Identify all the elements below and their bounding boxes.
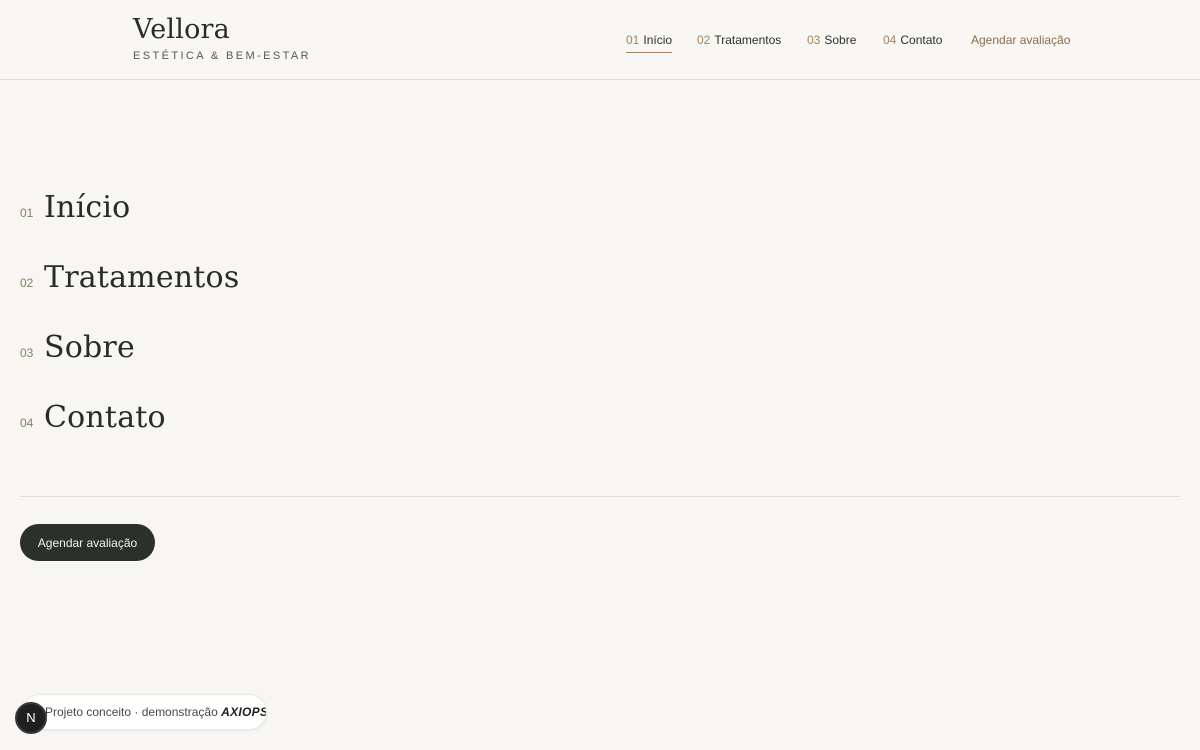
demo-notice-text: Projeto conceito · demonstração [45, 705, 218, 719]
menu-item-label: Sobre [44, 330, 135, 365]
site-header: Vellora ESTÉTICA & BEM-ESTAR 01 Início 02… [0, 0, 1200, 80]
menu-item-contato[interactable]: 04 Contato [20, 400, 166, 435]
topnav-item-label: Contato [900, 33, 943, 47]
menu-divider [20, 496, 1180, 497]
brand-logo[interactable]: Vellora ESTÉTICA & BEM-ESTAR [133, 14, 311, 62]
topnav-item-number: 04 [883, 33, 897, 47]
menu-item-number: 01 [20, 206, 34, 220]
brand-tagline: ESTÉTICA & BEM-ESTAR [133, 50, 311, 62]
topnav-item-number: 02 [697, 33, 711, 47]
schedule-evaluation-button[interactable]: Agendar avaliação [20, 524, 155, 561]
menu-item-inicio[interactable]: 01 Início [20, 190, 130, 225]
brand-name: Vellora [133, 14, 230, 45]
topnav-item-tratamentos[interactable]: 02 Tratamentos [697, 33, 781, 47]
topnav-item-contato[interactable]: 04 Contato [883, 33, 942, 47]
topnav-item-label: Tratamentos [714, 33, 782, 47]
menu-item-label: Contato [44, 400, 166, 435]
axiops-logo: AXIOPS. [221, 705, 267, 719]
topnav-item-number: 03 [807, 33, 821, 47]
menu-item-number: 02 [20, 276, 34, 290]
topnav-item-label: Início [643, 33, 673, 47]
menu-item-tratamentos[interactable]: 02 Tratamentos [20, 260, 239, 295]
menu-item-sobre[interactable]: 03 Sobre [20, 330, 135, 365]
menu-item-label: Tratamentos [44, 260, 240, 295]
nextjs-dev-icon[interactable]: N [15, 702, 47, 734]
menu-item-number: 04 [20, 416, 34, 430]
topnav-cta-link[interactable]: Agendar avaliação [971, 33, 1070, 47]
menu-item-label: Início [44, 190, 131, 225]
topnav-item-inicio[interactable]: 01 Início [626, 33, 673, 53]
topnav-item-number: 01 [626, 33, 640, 47]
demo-notice-pill: Projeto conceito · demonstração AXIOPS. [22, 694, 267, 730]
topnav-item-label: Sobre [824, 33, 857, 47]
menu-item-number: 03 [20, 346, 34, 360]
topnav-item-sobre[interactable]: 03 Sobre [807, 33, 856, 47]
